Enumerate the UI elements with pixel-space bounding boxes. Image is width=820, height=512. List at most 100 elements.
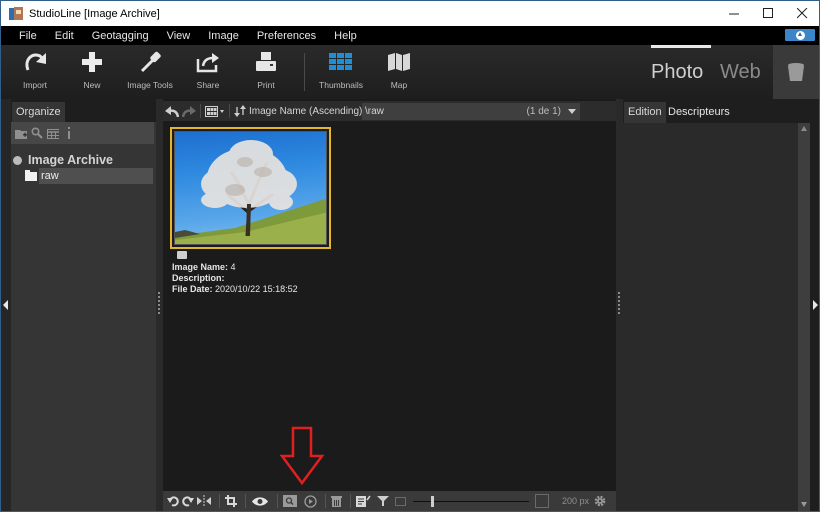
scroll-down-icon[interactable] [801,502,807,507]
maximize-button[interactable] [751,1,785,26]
active-mode-indicator [651,45,711,48]
menu-preferences[interactable]: Preferences [257,30,316,42]
flip-icon [197,495,211,507]
path-dropdown[interactable]: \raw (1 de 1) [362,103,580,120]
thumbnail-item[interactable] [170,127,331,249]
printer-icon [253,49,279,75]
toolbar-divider [304,53,305,91]
flip-button[interactable] [197,491,211,511]
import-button[interactable]: Import [7,49,63,97]
new-button[interactable]: New [64,49,120,97]
rotate-right-icon [182,496,194,507]
menu-image[interactable]: Image [208,30,239,42]
import-icon [22,49,48,75]
app-window: StudioLine [Image Archive] File Edit Geo… [0,0,820,512]
mode-tab-photo[interactable]: Photo [651,61,703,84]
tree-root-image-archive[interactable]: Image Archive [13,153,156,167]
trash-button[interactable] [773,45,819,99]
trash-icon [331,496,342,507]
upload-icon [795,30,805,40]
window-title: StudioLine [Image Archive] [29,7,160,20]
menu-file[interactable]: File [19,30,37,42]
image-actions-toolbar: 200 px [163,491,616,511]
delete-button[interactable] [331,491,342,511]
menu-bar: File Edit Geotagging View Image Preferen… [1,26,819,45]
thumbnail-size-slider[interactable] [413,495,529,507]
filter-icon [377,496,389,506]
undo-button[interactable] [163,101,181,121]
organize-panel: Organize Image Archive raw [11,99,156,511]
thumbnails-button[interactable]: Thumbnails [313,49,369,97]
right-splitter[interactable] [616,99,623,511]
map-button[interactable]: Map [371,49,427,97]
new-folder-icon[interactable] [15,127,27,139]
eye-icon [252,496,268,506]
layout-button[interactable] [204,101,226,121]
close-button[interactable] [785,1,819,26]
print-button[interactable]: Print [238,49,294,97]
sort-icon [234,105,246,117]
menu-edit[interactable]: Edit [55,30,74,42]
tree-item-raw[interactable]: raw [25,168,156,184]
tree-photo [175,140,326,244]
menu-geotagging[interactable]: Geotagging [92,30,149,42]
splitter-grip-icon [158,292,160,314]
archive-icon [13,155,22,165]
large-thumb-icon[interactable] [535,491,549,511]
rotate-left-button[interactable] [167,491,179,511]
trash-icon [788,63,804,81]
update-button[interactable] [785,29,815,41]
plus-icon [79,49,105,75]
sort-label[interactable]: Image Name (Ascending) [249,106,362,117]
gear-icon [594,495,606,507]
slideshow-button[interactable] [304,491,317,511]
redo-button[interactable] [181,101,197,121]
slider-handle[interactable] [430,495,434,507]
page-count: (1 de 1) [526,106,561,117]
collapse-left-icon[interactable] [3,300,8,310]
share-button[interactable]: Share [180,49,236,97]
share-icon [195,49,221,75]
settings-button[interactable] [594,491,606,511]
tab-descripteurs[interactable]: Descripteurs [664,102,734,123]
filter-button[interactable] [377,491,389,511]
thumbnail-view: Image Name (Ascending) \raw (1 de 1) Ima… [163,99,616,511]
play-circle-icon [304,494,317,508]
preview-button[interactable] [251,491,269,511]
collapse-right-icon[interactable] [813,300,818,310]
menu-help[interactable]: Help [334,30,357,42]
splitter-grip-icon [618,292,620,314]
info-icon[interactable] [63,127,75,139]
left-splitter[interactable] [156,99,163,511]
rotate-right-button[interactable] [182,491,194,511]
eyedropper-icon [137,49,163,75]
mode-tab-web[interactable]: Web [720,61,761,84]
properties-panel: Edition Descripteurs [623,99,810,511]
menu-view[interactable]: View [167,30,191,42]
path-value: \raw [365,106,384,117]
sort-order-button[interactable] [233,101,247,121]
map-icon [386,49,412,75]
search-icon[interactable] [31,127,43,139]
small-thumb-icon[interactable] [395,491,406,511]
annotation-arrow-icon [279,426,325,491]
folder-icon [25,169,37,181]
minimize-button[interactable] [717,1,751,26]
image-tools-button[interactable]: Image Tools [122,49,178,97]
edit-description-button[interactable] [356,491,371,511]
app-logo-icon [9,6,23,21]
crop-button[interactable] [225,491,237,511]
properties-scrollbar[interactable] [798,123,810,511]
zoom-view-button[interactable] [283,491,297,511]
table-icon[interactable] [47,127,59,139]
tab-organize[interactable]: Organize [12,102,65,122]
grid-icon [328,49,354,75]
thumbnail-image [174,131,327,245]
view-toolbar: Image Name (Ascending) \raw (1 de 1) [163,101,616,121]
title-bar: StudioLine [Image Archive] [1,1,819,26]
main-toolbar: Import New Image Tools Share Print Thumb… [1,45,819,99]
scroll-up-icon[interactable] [801,126,807,131]
tab-edition[interactable]: Edition [624,102,666,123]
mode-tabs: Photo Web [645,45,773,99]
chevron-down-icon [568,109,576,114]
